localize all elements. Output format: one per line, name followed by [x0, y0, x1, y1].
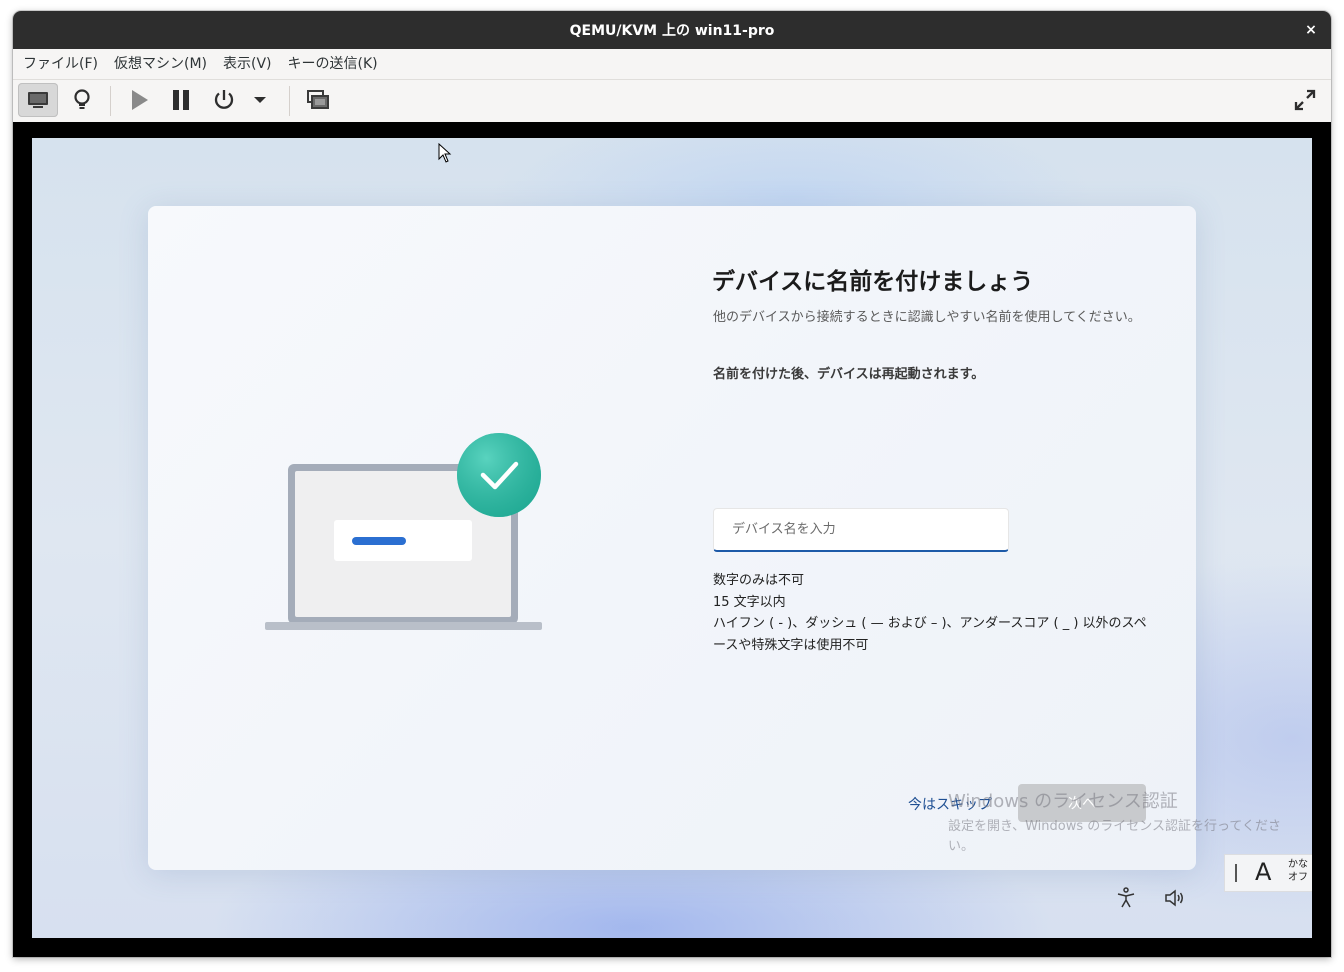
lightbulb-icon	[74, 89, 90, 109]
shutdown-menu-button[interactable]	[247, 83, 273, 117]
run-button[interactable]	[119, 83, 159, 117]
play-icon	[132, 90, 148, 110]
power-icon	[214, 90, 234, 109]
description-text: 他のデバイスから接続するときに認識しやすい名前を使用してください。	[713, 310, 1141, 325]
console-view-button[interactable]	[18, 83, 58, 117]
next-button[interactable]: 次へ	[1018, 784, 1146, 822]
title-bar: QEMU/KVM 上の win11-pro ×	[13, 11, 1331, 49]
menu-file[interactable]: ファイル(F)	[13, 50, 106, 78]
restart-note: 名前を付けた後、デバイスは再起動されます。	[713, 367, 985, 382]
window-title: QEMU/KVM 上の win11-pro	[569, 23, 775, 39]
accessibility-icon	[1117, 887, 1135, 908]
rule-item: ハイフン ( - )、ダッシュ ( — および – )、アンダースコア ( _ …	[713, 616, 1147, 653]
ime-kana-status: かな オフ	[1288, 859, 1308, 883]
toolbar-separator	[110, 86, 111, 116]
fullscreen-button[interactable]	[1285, 83, 1325, 117]
menu-view[interactable]: 表示(V)	[215, 50, 280, 78]
toolbar	[13, 80, 1331, 123]
snapshot-icon	[307, 90, 329, 109]
vm-display-area: デバイスに名前を付けましょう 他のデバイスから接続するときに認識しやすい名前を使…	[13, 122, 1331, 957]
pause-button[interactable]	[161, 83, 201, 117]
accessibility-button[interactable]	[1114, 886, 1138, 910]
close-icon: ×	[1305, 22, 1317, 38]
toolbar-separator	[289, 86, 290, 116]
vm-window: QEMU/KVM 上の win11-pro × ファイル(F) 仮想マシン(M)…	[13, 11, 1331, 957]
page-title: デバイスに名前を付けましょう	[712, 269, 1034, 295]
device-name-input[interactable]	[713, 508, 1009, 552]
ime-grip-icon	[1235, 864, 1237, 882]
details-view-button[interactable]	[62, 83, 102, 117]
rule-item: 数字のみは不可	[713, 573, 805, 588]
guest-screen[interactable]: デバイスに名前を付けましょう 他のデバイスから接続するときに認識しやすい名前を使…	[32, 138, 1312, 938]
snapshots-button[interactable]	[298, 83, 338, 117]
ime-indicator[interactable]: A かな オフ	[1224, 854, 1312, 892]
pause-icon	[173, 90, 189, 110]
skip-button[interactable]: 今はスキップ	[908, 794, 992, 814]
monitor-icon	[28, 92, 48, 108]
fullscreen-icon	[1294, 89, 1316, 111]
menu-send-key[interactable]: キーの送信(K)	[280, 50, 386, 78]
setup-dialog: デバイスに名前を付けましょう 他のデバイスから接続するときに認識しやすい名前を使…	[148, 206, 1196, 870]
shutdown-button[interactable]	[204, 83, 244, 117]
volume-button[interactable]	[1162, 886, 1186, 910]
close-button[interactable]: ×	[1301, 20, 1321, 40]
rule-item: 15 文字以内	[713, 594, 786, 610]
speaker-icon	[1165, 889, 1183, 907]
laptop-checkmark-illustration	[265, 433, 542, 630]
dropdown-arrow-icon	[254, 97, 266, 103]
menu-bar: ファイル(F) 仮想マシン(M) 表示(V) キーの送信(K)	[13, 49, 1331, 80]
menu-virtual-machine[interactable]: 仮想マシン(M)	[106, 50, 215, 78]
ime-mode: A	[1255, 858, 1272, 886]
naming-rules: 数字のみは不可 15 文字以内 ハイフン ( - )、ダッシュ ( — および …	[713, 570, 1153, 656]
